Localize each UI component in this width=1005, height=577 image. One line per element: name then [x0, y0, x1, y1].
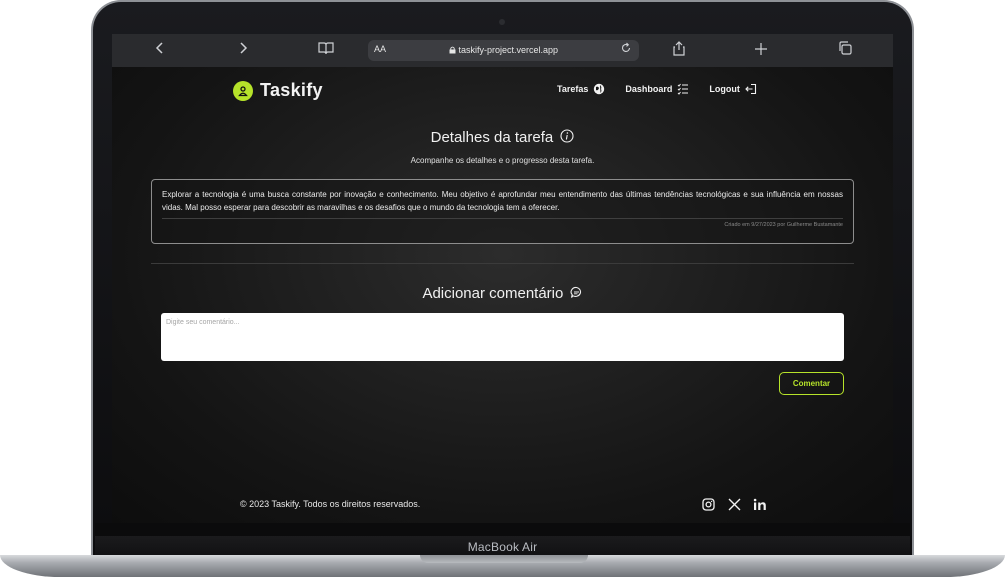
- task-created-meta: Criado em 9/27/2023 por Guilherme Bustam…: [724, 222, 843, 228]
- nav-logout[interactable]: Logout: [709, 83, 757, 95]
- add-comment-title: Adicionar comentário: [422, 285, 564, 302]
- back-icon[interactable]: [148, 41, 172, 61]
- laptop-notch: [420, 555, 588, 563]
- add-comment-heading: Adicionar comentário: [112, 285, 893, 302]
- nav-tarefas[interactable]: Tarefas: [557, 83, 605, 95]
- info-icon: [560, 129, 574, 143]
- logout-icon: [745, 83, 756, 95]
- reload-icon[interactable]: [620, 42, 632, 57]
- instagram-icon[interactable]: [701, 497, 715, 511]
- nav-logout-label: Logout: [709, 84, 740, 94]
- new-tab-icon[interactable]: [749, 41, 773, 61]
- footer-copyright: © 2023 Taskify. Todos os direitos reserv…: [240, 499, 421, 509]
- task-details-title: Detalhes da tarefa: [430, 129, 554, 146]
- address-bar[interactable]: AA taskify-project.vercel.app: [368, 40, 639, 61]
- nav-tarefas-label: Tarefas: [557, 84, 589, 94]
- taskify-logo-icon: [233, 80, 253, 101]
- brand[interactable]: Taskify: [233, 80, 323, 101]
- tabs-icon[interactable]: [833, 41, 857, 61]
- top-nav: Tarefas Dashboard Logout: [557, 83, 757, 95]
- task-details-subtitle: Acompanhe os detalhes e o progresso dest…: [410, 156, 595, 165]
- checklist-icon: [678, 83, 689, 95]
- device-label: MacBook Air: [467, 540, 538, 554]
- comment-submit-button[interactable]: Comentar: [779, 372, 844, 395]
- task-details-heading: Detalhes da tarefa: [112, 129, 893, 146]
- browser-toolbar: AA taskify-project.vercel.app: [112, 34, 893, 67]
- task-description: Explorar a tecnologia é uma busca consta…: [162, 190, 843, 212]
- globe-icon: [594, 83, 605, 95]
- comment-bubble-icon: [570, 286, 581, 298]
- share-icon[interactable]: [667, 41, 691, 61]
- page: Taskify Tarefas Dashboard Logout Detalhe…: [112, 67, 893, 523]
- lock-icon: [449, 46, 456, 54]
- linkedin-icon[interactable]: [753, 497, 767, 511]
- url-text: taskify-project.vercel.app: [368, 45, 639, 55]
- social-links: [701, 497, 767, 511]
- comment-input[interactable]: [161, 313, 844, 361]
- brand-name: Taskify: [260, 80, 323, 100]
- screen: AA taskify-project.vercel.app Taskify Ta…: [112, 34, 893, 523]
- section-divider: [151, 263, 854, 264]
- book-icon[interactable]: [314, 41, 338, 61]
- nav-dashboard[interactable]: Dashboard: [625, 83, 689, 95]
- url-label: taskify-project.vercel.app: [458, 45, 559, 55]
- card-divider: [162, 218, 843, 219]
- camera-dot: [499, 19, 505, 25]
- x-twitter-icon[interactable]: [727, 497, 741, 511]
- forward-icon[interactable]: [231, 41, 255, 61]
- task-description-card: Explorar a tecnologia é uma busca consta…: [151, 179, 854, 244]
- nav-dashboard-label: Dashboard: [625, 84, 673, 94]
